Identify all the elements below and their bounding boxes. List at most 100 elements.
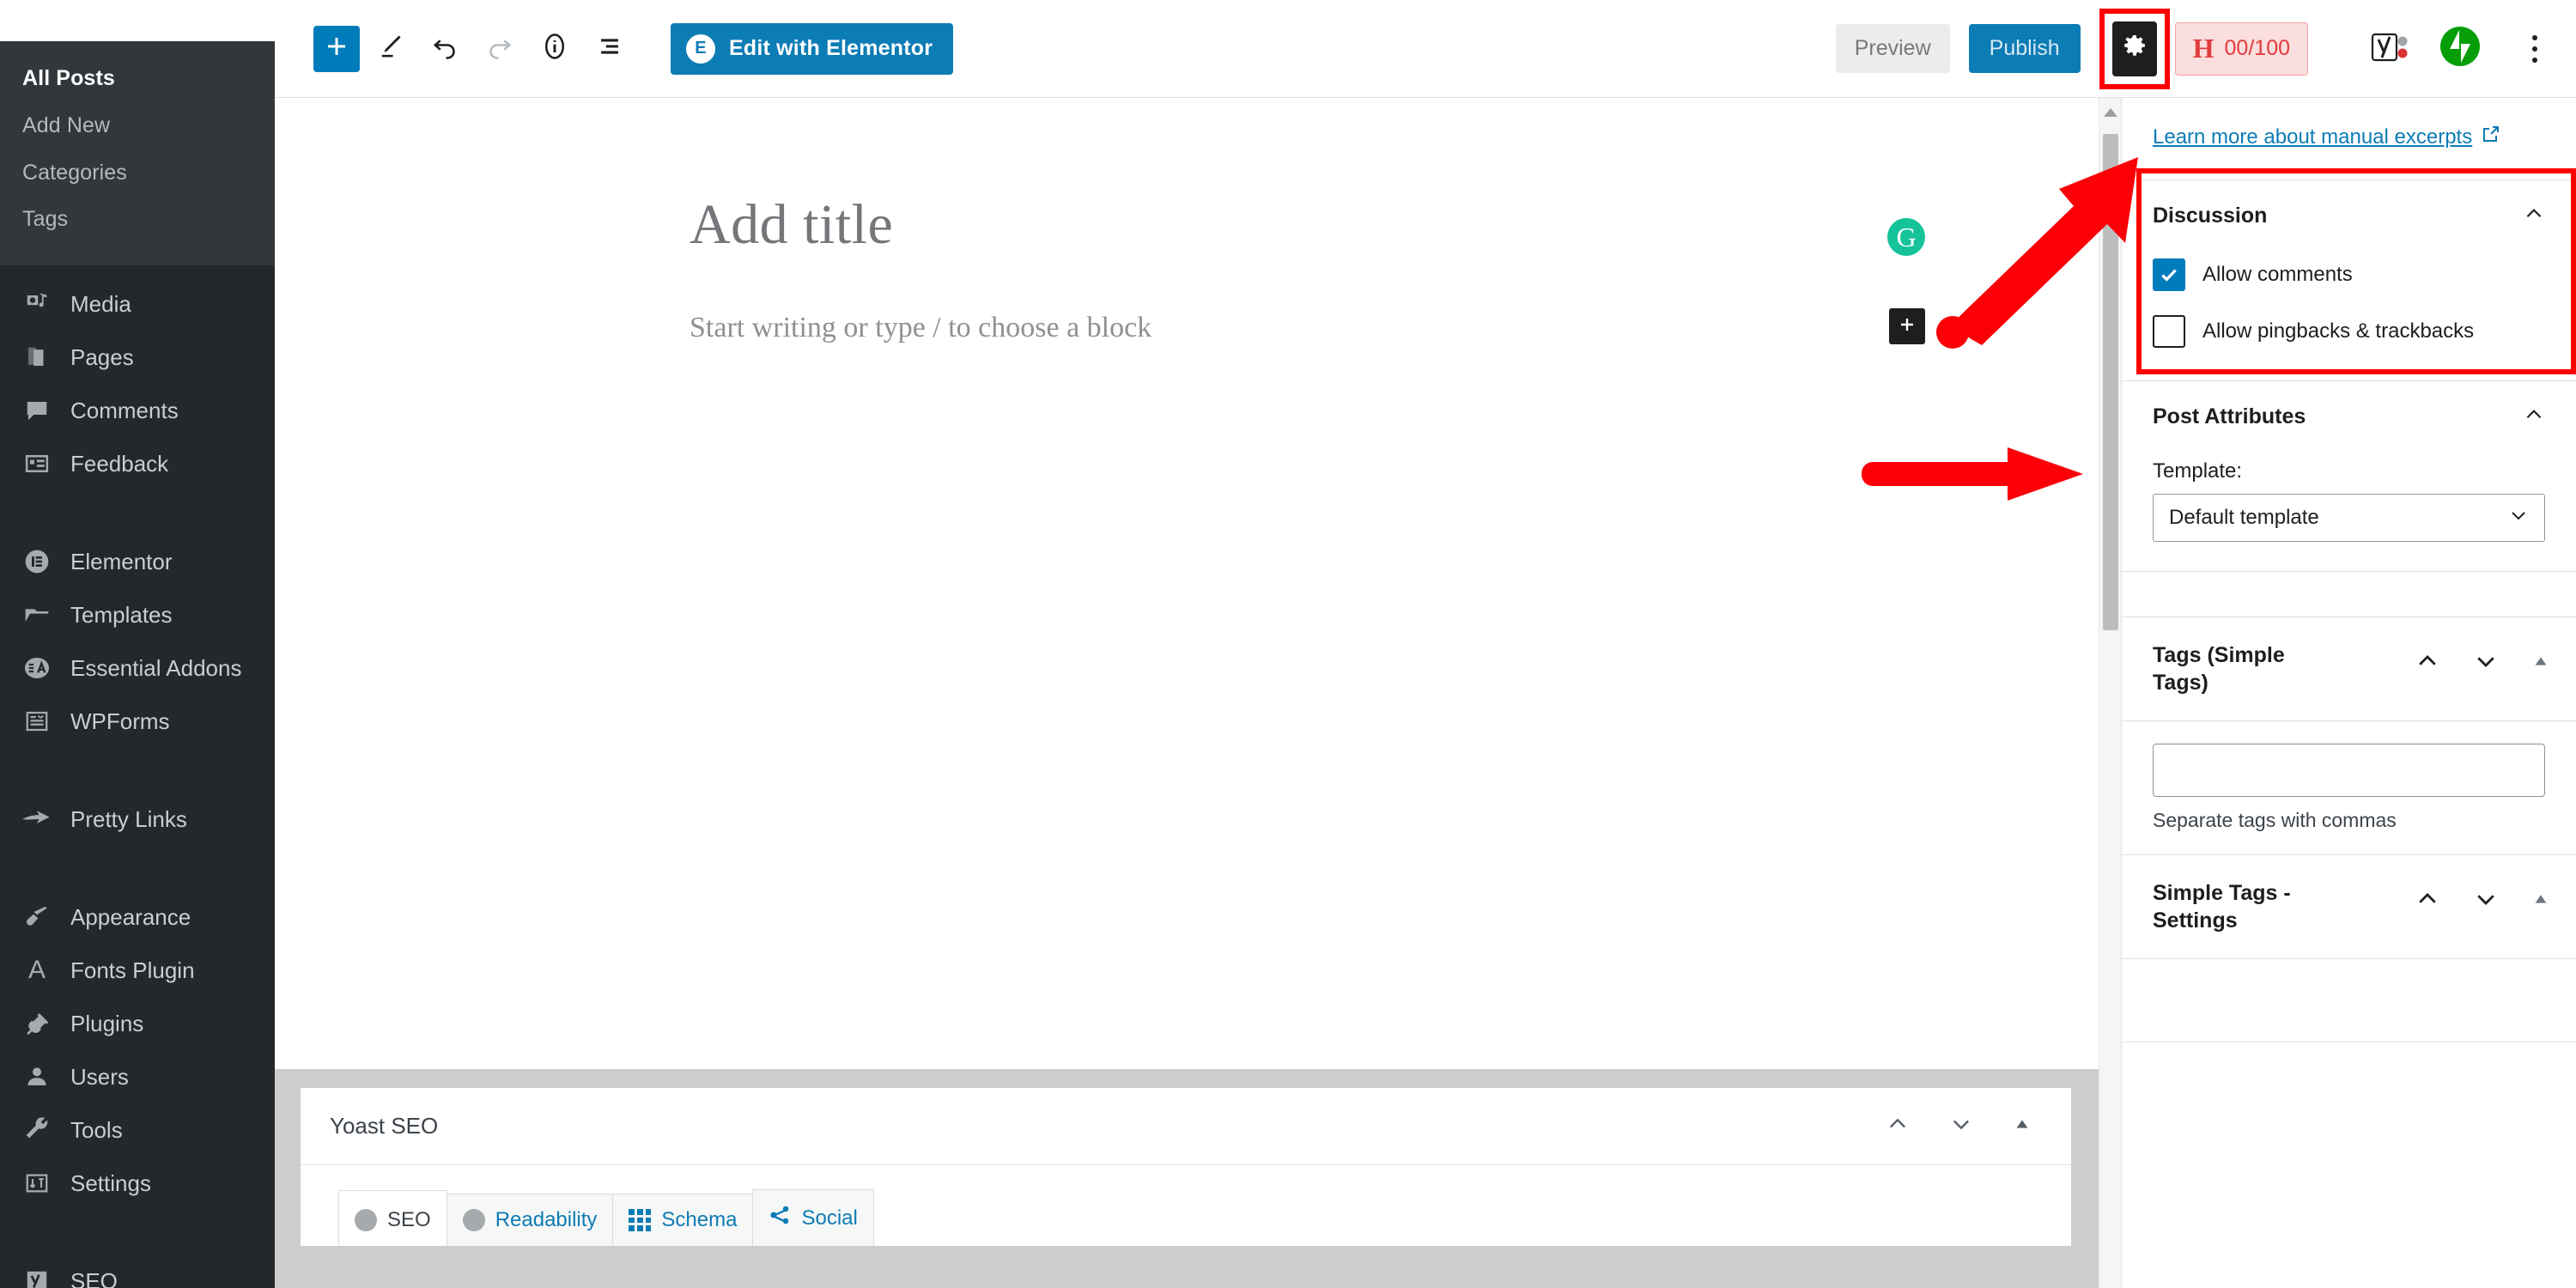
plus-icon — [1897, 314, 1917, 339]
simple-tags-header[interactable]: Tags (Simple Tags) — [2122, 617, 2576, 721]
sidebar-item-tools[interactable]: Tools — [0, 1103, 275, 1157]
sidebar-item-wpforms[interactable]: WPForms — [0, 695, 275, 748]
jetpack-icon[interactable] — [2439, 25, 2482, 72]
sidebar-item-label: Appearance — [70, 903, 191, 930]
scroll-up-arrow-icon[interactable] — [2104, 108, 2117, 117]
undo-button[interactable] — [420, 24, 470, 74]
sidebar-item-label: Templates — [70, 601, 173, 628]
fonts-plugin-a-icon: A — [27, 956, 46, 984]
sidebar-item-settings[interactable]: Settings — [0, 1157, 275, 1210]
chevron-up-icon[interactable] — [2415, 886, 2440, 916]
info-circle-icon — [539, 31, 570, 66]
details-button[interactable] — [530, 24, 580, 74]
sidebar-item-add-new[interactable]: Add New — [0, 102, 275, 149]
paragraph-block-placeholder[interactable]: Start writing or type / to choose a bloc… — [690, 312, 1151, 344]
schema-grid-icon — [629, 1209, 652, 1231]
yoast-metabox-area: Yoast SEO SEO Readability Schema Social — [275, 1069, 2099, 1288]
status-dot-icon — [355, 1209, 377, 1231]
sidebar-item-label: Essential Addons — [70, 654, 242, 681]
chevron-down-icon[interactable] — [2473, 886, 2499, 916]
template-select[interactable]: Default template — [2153, 494, 2545, 542]
users-icon — [19, 1061, 55, 1092]
post-title-input[interactable]: Add title — [690, 192, 893, 258]
sidebar-group-seo: SEO — [0, 1242, 275, 1288]
sidebar-item-categories[interactable]: Categories — [0, 149, 275, 197]
tags-hint: Separate tags with commas — [2153, 809, 2397, 831]
publish-button[interactable]: Publish — [1968, 24, 2081, 73]
allow-comments-row[interactable]: Allow comments — [2153, 258, 2545, 291]
sidebar-item-plugins[interactable]: Plugins — [0, 997, 275, 1050]
more-options-button[interactable] — [2518, 23, 2552, 75]
feedback-icon — [19, 448, 55, 479]
sidebar-item-users[interactable]: Users — [0, 1050, 275, 1103]
sidebar-item-fonts-plugin[interactable]: A Fonts Plugin — [0, 944, 275, 997]
share-icon — [769, 1204, 791, 1232]
tab-social[interactable]: Social — [752, 1189, 874, 1246]
tab-seo[interactable]: SEO — [338, 1190, 447, 1246]
preview-button[interactable]: Preview — [1835, 24, 1950, 73]
sidebar-item-label: Tools — [70, 1116, 123, 1143]
chevron-up-icon[interactable] — [1886, 1112, 1910, 1140]
status-dot-icon — [462, 1209, 485, 1231]
gear-icon — [2122, 33, 2148, 64]
tags-input[interactable] — [2153, 744, 2545, 797]
grammarly-icon[interactable]: G — [1887, 218, 1925, 256]
yoast-icon[interactable] — [2370, 29, 2409, 69]
tab-schema[interactable]: Schema — [612, 1194, 754, 1246]
sidebar-item-pages[interactable]: Pages — [0, 331, 275, 384]
sidebar-item-label: Pages — [70, 343, 134, 370]
post-attributes-section-header[interactable]: Post Attributes — [2122, 381, 2576, 453]
sidebar-item-seo[interactable]: SEO — [0, 1255, 275, 1288]
triangle-up-icon[interactable] — [2013, 1115, 2032, 1138]
edit-with-elementor-button[interactable]: E Edit with Elementor — [671, 22, 954, 75]
sidebar-item-tags[interactable]: Tags — [0, 196, 275, 243]
edit-tool-button[interactable] — [365, 24, 415, 74]
plugins-plug-icon — [19, 1008, 55, 1039]
seo-score-badge[interactable]: H 00/100 — [2174, 21, 2308, 76]
simple-tags-settings-header[interactable]: Simple Tags - Settings — [2122, 855, 2576, 959]
chevron-down-icon — [2508, 505, 2529, 532]
learn-more-excerpts-link[interactable]: Learn more about manual excerpts — [2153, 124, 2501, 150]
scrollbar-thumb[interactable] — [2103, 134, 2118, 630]
sidebar-item-templates[interactable]: Templates — [0, 588, 275, 641]
allow-pingbacks-checkbox[interactable] — [2153, 315, 2185, 348]
block-inserter-button[interactable] — [1889, 308, 1925, 344]
pretty-links-icon — [19, 804, 55, 835]
sidebar-item-essential-addons[interactable]: Essential Addons — [0, 641, 275, 695]
essential-addons-icon — [19, 653, 55, 683]
sidebar-item-all-posts[interactable]: All Posts — [0, 55, 275, 102]
triangle-up-icon[interactable] — [2531, 890, 2550, 913]
discussion-section-header[interactable]: Discussion — [2122, 180, 2576, 252]
sidebar-item-media[interactable]: Media — [0, 277, 275, 331]
kebab-menu-icon — [2532, 34, 2537, 63]
sidebar-item-pretty-links[interactable]: Pretty Links — [0, 793, 275, 846]
allow-comments-checkbox[interactable] — [2153, 258, 2185, 291]
tab-label: Readability — [495, 1208, 598, 1231]
sidebar-item-elementor[interactable]: Elementor — [0, 535, 275, 588]
posts-submenu: All Posts Add New Categories Tags — [0, 41, 275, 265]
chevron-down-icon[interactable] — [2473, 648, 2499, 678]
simple-tags-settings-body — [2122, 959, 2576, 1042]
sidebar-group-pretty-links: Pretty Links — [0, 781, 275, 858]
sidebar-item-label: Elementor — [70, 548, 173, 574]
sidebar-group-plugins: Elementor Templates Essential Addons WPF… — [0, 523, 275, 760]
sidebar-item-comments[interactable]: Comments — [0, 384, 275, 437]
yoast-metabox-header: Yoast SEO — [301, 1088, 2071, 1165]
triangle-up-icon[interactable] — [2531, 652, 2550, 675]
tab-readability[interactable]: Readability — [446, 1194, 614, 1246]
allow-comments-label: Allow comments — [2202, 263, 2353, 286]
sidebar-item-feedback[interactable]: Feedback — [0, 437, 275, 490]
chevron-up-icon[interactable] — [2415, 648, 2440, 678]
list-view-button[interactable] — [585, 24, 635, 74]
h-letter-icon: H — [2192, 33, 2215, 64]
allow-pingbacks-row[interactable]: Allow pingbacks & trackbacks — [2153, 315, 2545, 348]
chevron-up-icon — [2523, 404, 2545, 430]
discussion-section: Discussion Allow comments Allow pingback… — [2122, 180, 2576, 381]
yoast-metabox-controls — [1886, 1112, 2042, 1140]
editor-vertical-scrollbar[interactable] — [2099, 98, 2121, 1288]
chevron-down-icon[interactable] — [1949, 1112, 1973, 1140]
settings-button[interactable] — [2111, 21, 2157, 76]
sidebar-item-appearance[interactable]: Appearance — [0, 890, 275, 944]
add-block-button[interactable] — [313, 25, 360, 72]
redo-button[interactable] — [475, 24, 525, 74]
